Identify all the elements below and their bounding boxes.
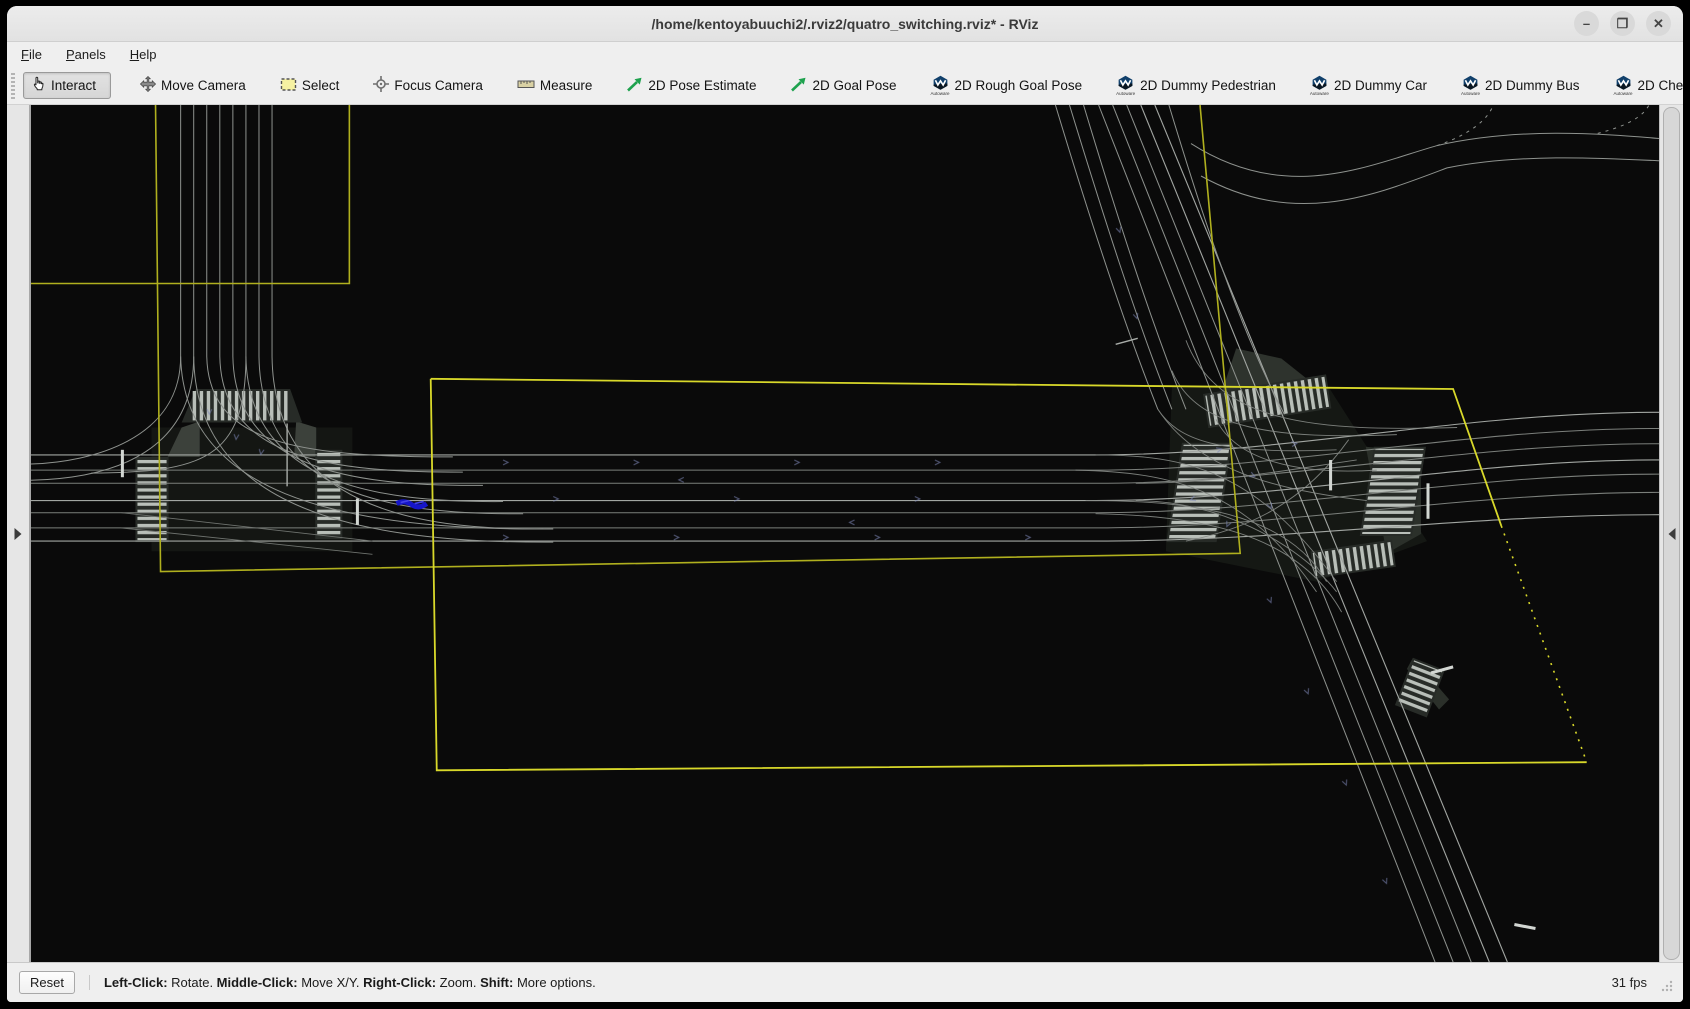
autoware-icon: Autoware <box>1461 75 1480 97</box>
lanelet-map-canvas <box>31 105 1659 962</box>
tool-label: 2D Checkpoint Pose <box>1638 78 1683 93</box>
render-viewport-3d[interactable] <box>31 105 1659 962</box>
autoware-icon: Autoware <box>1116 75 1135 97</box>
move-camera-tool-button[interactable]: Move Camera <box>135 73 251 98</box>
goal-pose-tool-button[interactable]: 2D Goal Pose <box>785 74 901 98</box>
rough-goal-pose-tool-button[interactable]: Autoware 2D Rough Goal Pose <box>926 72 1088 100</box>
ruler-icon <box>517 78 535 93</box>
tool-label: Measure <box>540 78 593 93</box>
left-panel-splitter[interactable] <box>7 105 31 962</box>
menu-help[interactable]: Help <box>130 47 157 62</box>
right-panel-splitter[interactable] <box>1659 105 1683 962</box>
autoware-icon: Autoware <box>1310 75 1329 97</box>
interact-tool-button[interactable]: Interact <box>23 72 111 99</box>
selection-box-icon <box>280 77 297 95</box>
autoware-icon: Autoware <box>1614 75 1633 97</box>
expand-left-panel-icon[interactable] <box>15 528 22 540</box>
autoware-icon: Autoware <box>931 75 950 97</box>
title-bar[interactable]: /home/kentoyabuuchi2/.rviz2/quatro_switc… <box>7 6 1683 42</box>
tool-label: 2D Dummy Pedestrian <box>1140 78 1276 93</box>
dummy-car-tool-button[interactable]: Autoware 2D Dummy Car <box>1305 72 1432 100</box>
crosshair-icon <box>373 76 389 95</box>
dummy-bus-tool-button[interactable]: Autoware 2D Dummy Bus <box>1456 72 1585 100</box>
minimize-button[interactable]: – <box>1574 11 1599 36</box>
tool-label: 2D Dummy Bus <box>1485 78 1580 93</box>
pose-estimate-tool-button[interactable]: 2D Pose Estimate <box>621 74 761 98</box>
move-arrows-icon <box>140 76 156 95</box>
reset-button[interactable]: Reset <box>19 971 75 994</box>
hand-pointer-icon <box>30 76 46 95</box>
dummy-pedestrian-tool-button[interactable]: Autoware 2D Dummy Pedestrian <box>1111 72 1281 100</box>
tool-label: 2D Pose Estimate <box>648 78 756 93</box>
tool-label: Focus Camera <box>394 78 483 93</box>
tool-label: 2D Goal Pose <box>812 78 896 93</box>
tool-label: Move Camera <box>161 78 246 93</box>
menu-file[interactable]: File <box>21 47 42 62</box>
mouse-help-text: Left-Click: Rotate. Middle-Click: Move X… <box>89 975 596 990</box>
menu-panels[interactable]: Panels <box>66 47 106 62</box>
status-bar: Reset Left-Click: Rotate. Middle-Click: … <box>7 962 1683 1002</box>
tool-label: Select <box>302 78 340 93</box>
main-area <box>7 105 1683 962</box>
close-button[interactable]: ✕ <box>1646 11 1671 36</box>
green-arrow-icon <box>790 77 807 95</box>
menu-bar: File Panels Help <box>7 42 1683 67</box>
window-title: /home/kentoyabuuchi2/.rviz2/quatro_switc… <box>7 16 1683 32</box>
blue-pose-marker <box>397 501 427 507</box>
select-tool-button[interactable]: Select <box>275 74 345 98</box>
checkpoint-pose-tool-button[interactable]: Autoware 2D Checkpoint Pose <box>1609 72 1684 100</box>
maximize-button[interactable]: ❐ <box>1610 11 1635 36</box>
toolbar: Interact Move Camera Select Focus Camera <box>7 67 1683 105</box>
tool-label: 2D Rough Goal Pose <box>955 78 1083 93</box>
tool-label: Interact <box>51 78 96 93</box>
measure-tool-button[interactable]: Measure <box>512 75 598 96</box>
branch-road-lines <box>1191 105 1659 204</box>
toolbar-drag-handle[interactable] <box>11 73 15 99</box>
expand-right-panel-icon[interactable] <box>1668 528 1675 540</box>
rviz-window: /home/kentoyabuuchi2/.rviz2/quatro_switc… <box>7 6 1683 1002</box>
resize-grip[interactable] <box>1659 978 1673 992</box>
tool-label: 2D Dummy Car <box>1334 78 1427 93</box>
focus-camera-tool-button[interactable]: Focus Camera <box>368 73 488 98</box>
green-arrow-icon <box>626 77 643 95</box>
